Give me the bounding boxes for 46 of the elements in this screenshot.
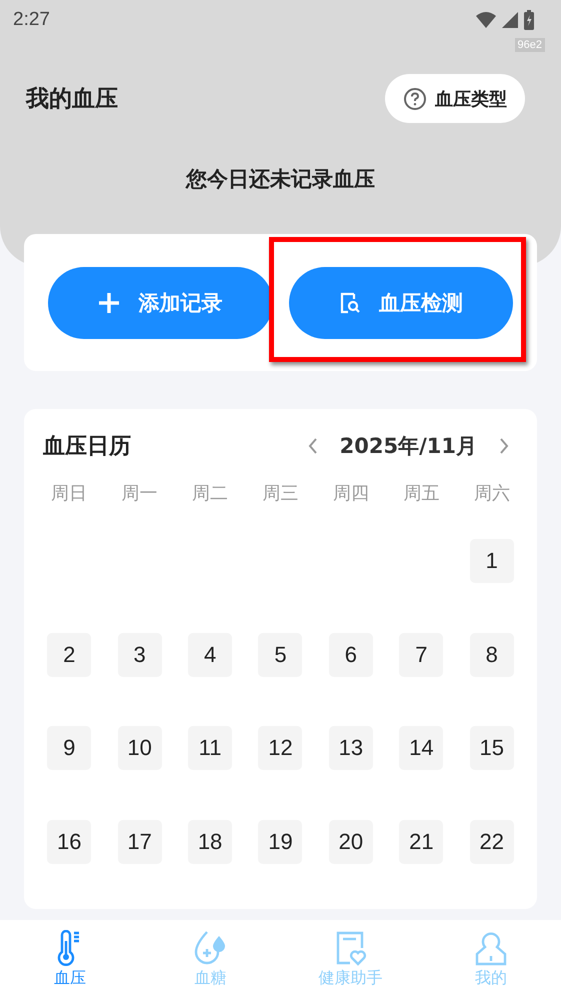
calendar-day[interactable]: 21 [399,820,444,864]
calendar-day[interactable]: 8 [470,632,514,676]
calendar-day[interactable]: 15 [470,726,514,770]
notice-text: 您今日还未记录血压 [184,166,376,193]
calendar-day[interactable]: 12 [258,726,302,770]
calendar-day[interactable]: 6 [328,632,373,676]
calendar-day[interactable]: 19 [258,820,302,864]
calendar-day[interactable]: 20 [328,820,373,864]
calendar-day[interactable]: 11 [188,726,232,770]
calendar-title: 血压日历 [43,433,131,461]
plus-icon [98,292,120,314]
calendar-day[interactable]: 1 [470,539,514,583]
calendar-day[interactable]: 9 [47,726,92,770]
calendar-day[interactable]: 10 [118,726,162,770]
battery-icon [523,10,535,30]
type-button[interactable]: 血压类型 [385,74,525,123]
calendar-day[interactable]: 17 [118,820,162,864]
person-icon [474,930,508,966]
version-badge: 96e2 [514,38,545,52]
weekday-label: 周二 [191,482,230,506]
page-title: 我的血压 [26,85,118,114]
drop-plus-icon [193,930,228,966]
calendar-day[interactable]: 14 [399,726,444,770]
signal-icon [501,11,519,29]
month-label: 2025年/11月 [340,433,477,460]
wifi-icon [475,11,497,29]
help-icon [403,86,427,110]
document-search-icon [338,292,361,314]
calendar-day[interactable]: 3 [118,632,162,676]
calendar-day[interactable]: 5 [258,632,302,676]
weekday-label: 周日 [50,482,88,506]
weekday-label: 周三 [261,482,300,506]
chevron-right-icon [499,437,509,455]
calendar-day[interactable]: 18 [188,820,232,864]
weekday-label: 周五 [402,482,440,506]
weekday-label: 周一 [120,482,159,506]
calendar-day[interactable]: 4 [188,632,232,676]
calendar-day[interactable]: 22 [470,820,514,864]
calendar-day[interactable]: 16 [47,820,92,864]
calendar-day[interactable]: 13 [328,726,373,770]
calendar-day[interactable]: 7 [399,632,444,676]
weekday-label: 周六 [472,482,511,506]
calendar-day[interactable]: 2 [47,632,92,676]
chevron-left-icon [308,437,318,455]
status-time: 2:27 [13,9,50,31]
weekday-label: 周四 [332,482,370,506]
